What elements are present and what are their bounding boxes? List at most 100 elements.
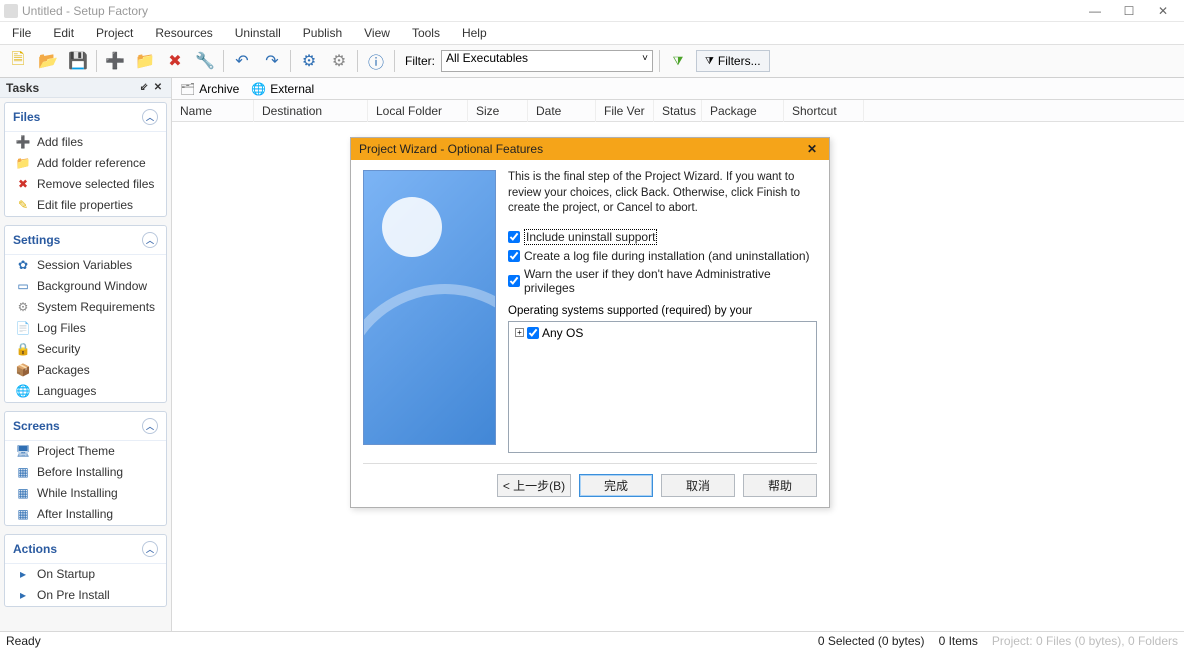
column-header[interactable]: Shortcut bbox=[784, 100, 864, 122]
minimize-button[interactable]: — bbox=[1078, 0, 1112, 22]
sidebar-item[interactable]: ▦After Installing bbox=[5, 504, 166, 525]
wizard-close-icon[interactable]: ✕ bbox=[803, 142, 821, 156]
item-label: On Startup bbox=[37, 567, 156, 582]
chk-uninstall-support[interactable]: Include uninstall support bbox=[508, 229, 817, 245]
item-icon: ▭ bbox=[15, 279, 31, 293]
column-header[interactable]: Local Folder bbox=[368, 100, 468, 122]
separator bbox=[394, 50, 395, 72]
undo-icon[interactable]: ↶ bbox=[230, 49, 254, 73]
sidebar-item[interactable]: 🔒Security bbox=[5, 339, 166, 360]
column-header[interactable]: Package bbox=[702, 100, 784, 122]
menu-uninstall[interactable]: Uninstall bbox=[231, 24, 285, 42]
wizard-finish-button[interactable]: 完成 bbox=[579, 474, 653, 497]
open-icon[interactable]: 📂 bbox=[36, 49, 60, 73]
column-header[interactable]: Name bbox=[172, 100, 254, 122]
menu-resources[interactable]: Resources bbox=[151, 24, 216, 42]
sidebar-item[interactable]: ▦Before Installing bbox=[5, 462, 166, 483]
pin-icon[interactable]: ⇙ bbox=[137, 81, 151, 95]
os-tree[interactable]: + Any OS bbox=[508, 321, 817, 453]
os-tree-item[interactable]: + Any OS bbox=[515, 326, 810, 340]
item-icon: ▸ bbox=[15, 567, 31, 581]
item-icon: ▦ bbox=[15, 465, 31, 479]
funnel-icon[interactable]: ⧩ bbox=[666, 49, 690, 73]
new-icon[interactable]: 🗎 bbox=[6, 49, 30, 73]
column-header[interactable]: Status bbox=[654, 100, 702, 122]
panel-close-icon[interactable]: ✕ bbox=[151, 81, 165, 95]
sidebar-item[interactable]: ✎Edit file properties bbox=[5, 195, 166, 216]
chevron-up-icon[interactable]: ︿ bbox=[142, 418, 158, 434]
chevron-up-icon[interactable]: ︿ bbox=[142, 109, 158, 125]
item-icon: ▸ bbox=[15, 588, 31, 602]
sidebar-item[interactable]: ▸On Pre Install bbox=[5, 585, 166, 606]
redo-icon[interactable]: ↷ bbox=[260, 49, 284, 73]
column-header[interactable]: Size bbox=[468, 100, 528, 122]
menu-tools[interactable]: Tools bbox=[408, 24, 444, 42]
wizard-cancel-button[interactable]: 取消 bbox=[661, 474, 735, 497]
tab-strip: 🗂Archive 🌐External bbox=[172, 78, 1184, 100]
folder-icon[interactable]: 📁 bbox=[133, 49, 157, 73]
menu-publish[interactable]: Publish bbox=[299, 24, 346, 42]
os-supported-label: Operating systems supported (required) b… bbox=[508, 305, 817, 317]
filter-select[interactable]: All Executables bbox=[441, 50, 653, 72]
sidebar-item[interactable]: 📁Add folder reference bbox=[5, 153, 166, 174]
item-label: While Installing bbox=[37, 486, 156, 501]
chevron-up-icon[interactable]: ︿ bbox=[142, 541, 158, 557]
sidebar-item[interactable]: ▭Background Window bbox=[5, 276, 166, 297]
sidebar-item[interactable]: ⚙System Requirements bbox=[5, 297, 166, 318]
tree-expand-icon[interactable]: + bbox=[515, 328, 524, 337]
item-label: System Requirements bbox=[37, 300, 156, 315]
close-button[interactable]: ✕ bbox=[1146, 0, 1180, 22]
sidebar-item[interactable]: ✿Session Variables bbox=[5, 255, 166, 276]
menu-help[interactable]: Help bbox=[458, 24, 491, 42]
chk-log-file[interactable]: Create a log file during installation (a… bbox=[508, 249, 817, 263]
gear1-icon[interactable]: ⚙ bbox=[297, 49, 321, 73]
tasks-header: Tasks ⇙ ✕ bbox=[0, 78, 171, 98]
chevron-up-icon[interactable]: ︿ bbox=[142, 232, 158, 248]
menu-project[interactable]: Project bbox=[92, 24, 137, 42]
wizard-back-button[interactable]: < 上一步(B) bbox=[497, 474, 571, 497]
chk-admin-warn[interactable]: Warn the user if they don't have Adminis… bbox=[508, 267, 817, 295]
add-icon[interactable]: ➕ bbox=[103, 49, 127, 73]
sidebar-item[interactable]: 📄Log Files bbox=[5, 318, 166, 339]
item-label: Add files bbox=[37, 135, 156, 150]
column-header[interactable]: File Ver bbox=[596, 100, 654, 122]
sidebar-item[interactable]: 🖥Project Theme bbox=[5, 441, 166, 462]
sidebar-item[interactable]: ✖Remove selected files bbox=[5, 174, 166, 195]
menu-file[interactable]: File bbox=[8, 24, 35, 42]
sidebar-item[interactable]: 🌐Languages bbox=[5, 381, 166, 402]
item-label: Languages bbox=[37, 384, 156, 399]
filters-button[interactable]: ⧩ Filters... bbox=[696, 50, 770, 72]
tab-archive[interactable]: 🗂Archive bbox=[180, 82, 239, 96]
help-icon[interactable]: ⓘ bbox=[364, 49, 388, 73]
titlebar: Untitled - Setup Factory — ☐ ✕ bbox=[0, 0, 1184, 22]
item-label: After Installing bbox=[37, 507, 156, 522]
delete-icon[interactable]: ✖ bbox=[163, 49, 187, 73]
item-icon: 📄 bbox=[15, 321, 31, 335]
panel-header-actions[interactable]: Actions︿ bbox=[5, 535, 166, 564]
wizard-help-button[interactable]: 帮助 bbox=[743, 474, 817, 497]
column-header[interactable]: Destination bbox=[254, 100, 368, 122]
sidebar-item[interactable]: 📦Packages bbox=[5, 360, 166, 381]
gear2-icon[interactable]: ⚙ bbox=[327, 49, 351, 73]
panel-header-files[interactable]: Files︿ bbox=[5, 103, 166, 132]
column-header[interactable]: Date bbox=[528, 100, 596, 122]
item-label: Remove selected files bbox=[37, 177, 156, 192]
item-label: Edit file properties bbox=[37, 198, 156, 213]
sidebar-item[interactable]: ➕Add files bbox=[5, 132, 166, 153]
panel-header-settings[interactable]: Settings︿ bbox=[5, 226, 166, 255]
menu-edit[interactable]: Edit bbox=[49, 24, 78, 42]
save-icon[interactable]: 💾 bbox=[66, 49, 90, 73]
tab-external[interactable]: 🌐External bbox=[251, 82, 314, 96]
sidebar-item[interactable]: ▸ On Startup bbox=[5, 564, 166, 585]
wrench-icon[interactable]: 🔧 bbox=[193, 49, 217, 73]
menu-view[interactable]: View bbox=[360, 24, 394, 42]
maximize-button[interactable]: ☐ bbox=[1112, 0, 1146, 22]
item-icon: 📦 bbox=[15, 363, 31, 377]
window-title: Untitled - Setup Factory bbox=[22, 4, 1078, 18]
panel-settings: Settings︿✿Session Variables▭Background W… bbox=[4, 225, 167, 403]
wizard-banner-image bbox=[363, 170, 496, 445]
sidebar-item[interactable]: ▦While Installing bbox=[5, 483, 166, 504]
panel-header-screens[interactable]: Screens︿ bbox=[5, 412, 166, 441]
status-project: Project: 0 Files (0 bytes), 0 Folders bbox=[992, 634, 1178, 648]
menubar: File Edit Project Resources Uninstall Pu… bbox=[0, 22, 1184, 44]
